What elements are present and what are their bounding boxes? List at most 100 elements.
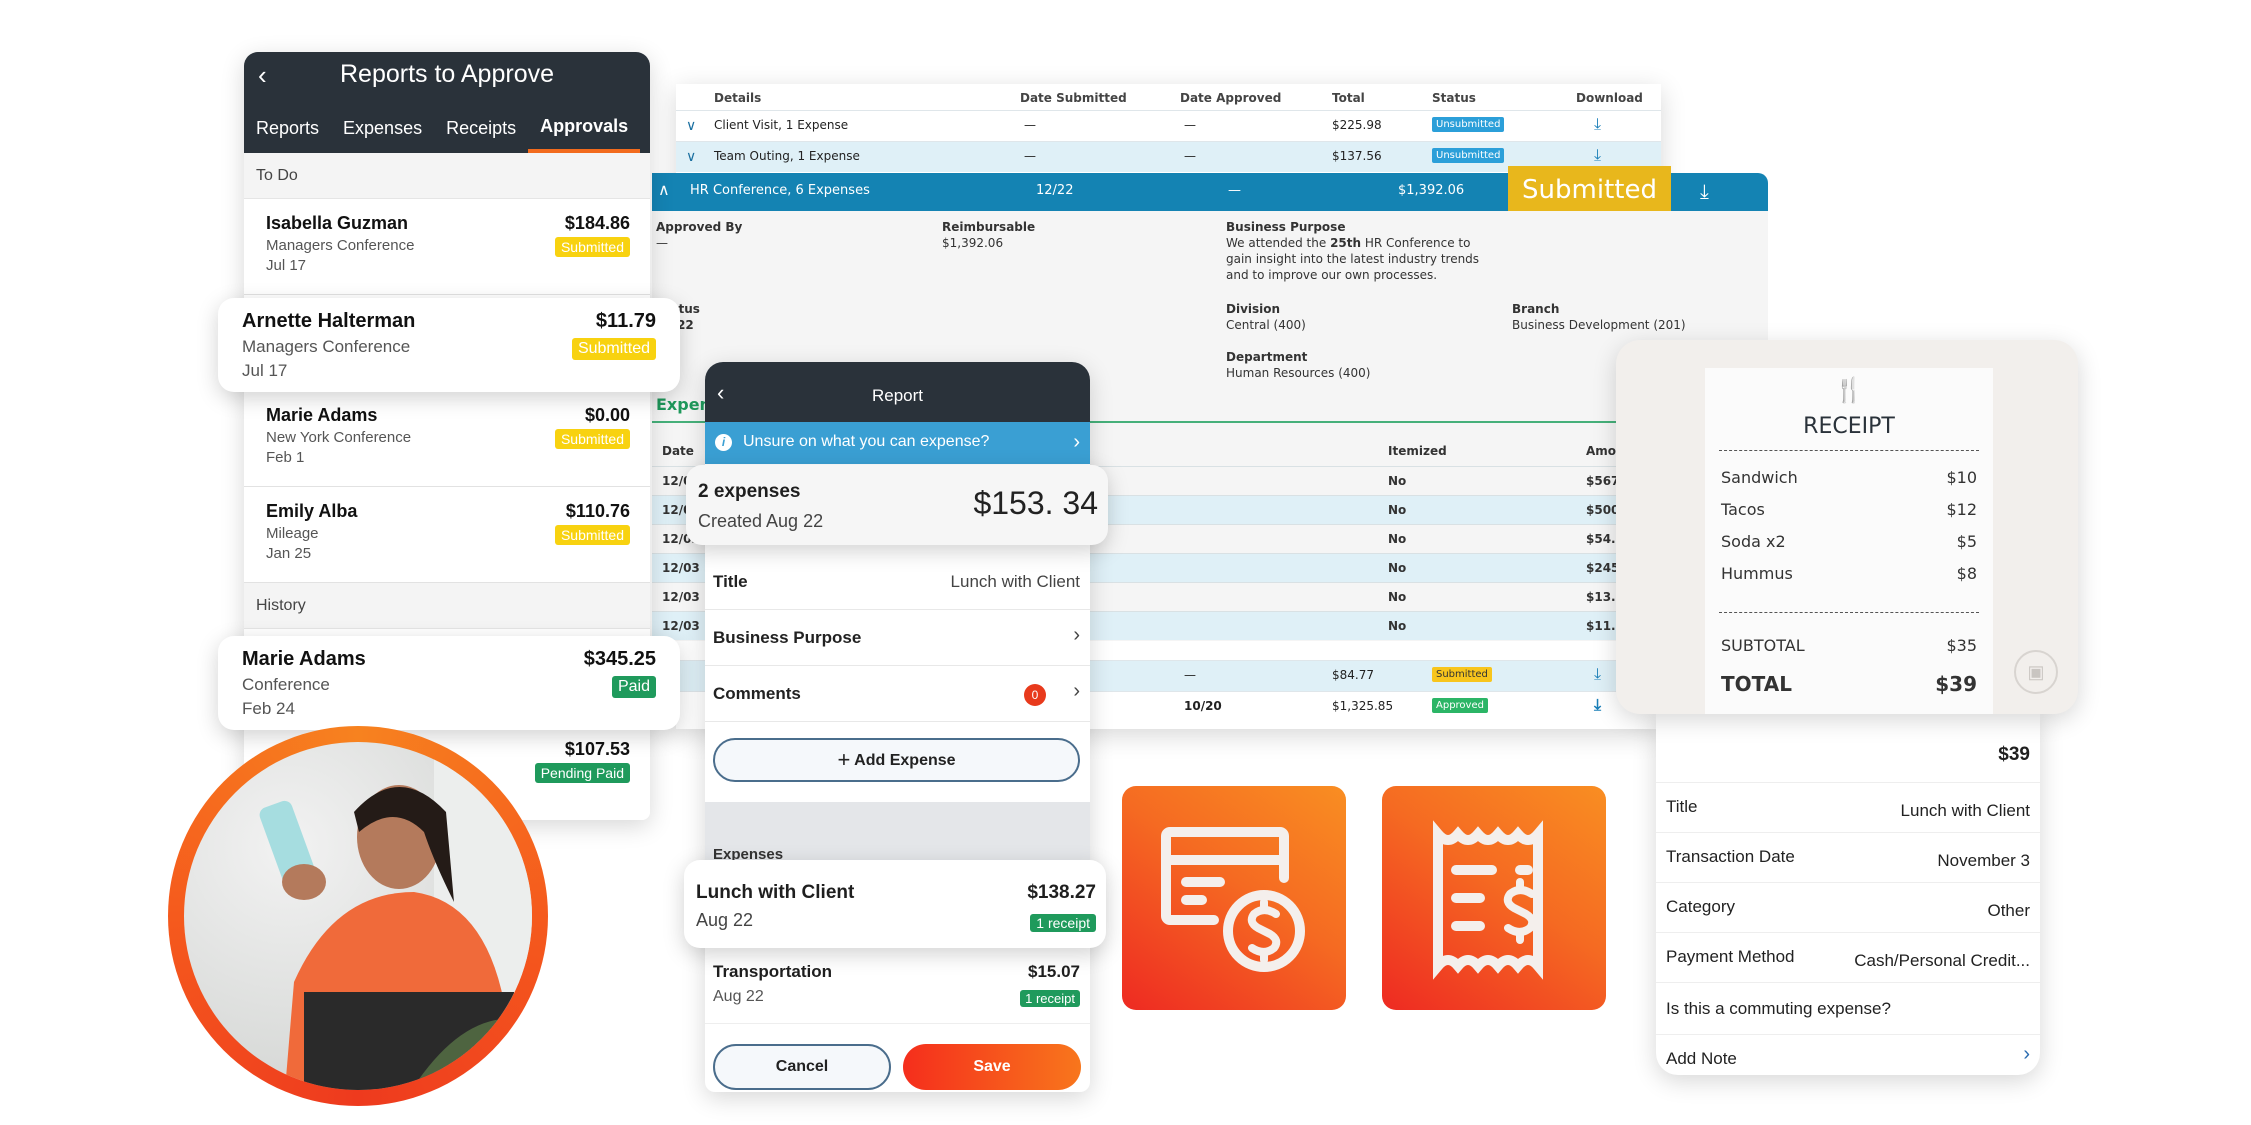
receipt-app-icon[interactable] — [1382, 786, 1606, 1010]
reimbursable-label: Reimbursable — [942, 220, 1036, 234]
submitted-status-badge: Submitted — [1508, 166, 1671, 214]
department-value: Human Resources (400) — [1226, 366, 1371, 380]
status-badge: Submitted — [554, 237, 630, 257]
item-price: $5 — [1956, 532, 1977, 551]
col-total: Total — [1332, 91, 1365, 105]
tab-expenses[interactable]: Expenses — [331, 103, 434, 153]
todo-section-label: To Do — [244, 153, 650, 199]
title-row[interactable]: Title Lunch with Client — [705, 554, 1090, 610]
table-row[interactable]: ∨ Client Visit, 1 Expense — — $225.98 Un… — [676, 110, 1661, 141]
purpose-text: We attended the 25th HR Conference to ga… — [1226, 236, 1480, 282]
download-icon[interactable]: ⤓ — [1700, 179, 1709, 203]
add-expense-button[interactable]: + Add Expense — [713, 738, 1080, 782]
status-badge: Pending Paid — [534, 763, 630, 783]
camera-icon[interactable]: ▣ — [2014, 650, 2058, 694]
division-label: Division — [1226, 302, 1281, 316]
chevron-right-icon: › — [1073, 680, 1080, 702]
col-date-submitted: Date Submitted — [1020, 91, 1127, 105]
department-label: Department — [1226, 350, 1308, 364]
approved-by-value: — — [656, 236, 668, 250]
download-icon[interactable]: ⤓ — [1594, 664, 1601, 684]
status-badge: Submitted — [554, 429, 630, 449]
field-label: Category — [1666, 897, 1735, 916]
division: Division Central (400) — [1226, 301, 1306, 333]
expense-field-row[interactable]: Category Other — [1656, 882, 2040, 932]
exp-itemized: No — [1388, 590, 1407, 604]
expense-field-row[interactable]: Title Lunch with Client — [1656, 782, 2040, 832]
commuting-row[interactable]: Is this a commuting expense? — [1656, 982, 2040, 1034]
purpose-label: Business Purpose — [713, 628, 862, 647]
row-total: $225.98 — [1332, 118, 1382, 132]
info-banner[interactable]: i Unsure on what you can expense? › — [705, 422, 1090, 464]
highlighted-expense-card[interactable]: Lunch with Client Aug 22 $138.27 1 recei… — [684, 860, 1106, 948]
tab-approvals[interactable]: Approvals — [528, 103, 641, 153]
expense-field-row[interactable]: Payment Method Cash/Personal Credit... — [1656, 932, 2040, 982]
download-icon[interactable]: ⤓ — [1594, 695, 1601, 715]
comments-label: Comments — [713, 684, 801, 703]
add-note-row[interactable]: Add Note › — [1656, 1034, 2040, 1075]
purpose-label: Business Purpose — [1226, 220, 1346, 234]
highlighted-approval-card[interactable]: Arnette Halterman Managers Conference Ju… — [218, 298, 680, 392]
item-date: Jan 25 — [266, 545, 312, 562]
list-item[interactable]: Marie Adams New York Conference Feb 1 $0… — [244, 391, 650, 487]
item-amount: $11.79 — [595, 310, 656, 332]
item-price: $10 — [1946, 468, 1977, 487]
item-date: Feb 24 — [242, 699, 295, 718]
row-details: Client Visit, 1 Expense — [714, 118, 849, 132]
approved-by: Approved By — — [656, 219, 742, 251]
subtotal-value: $35 — [1946, 636, 1977, 655]
tab-reports[interactable]: Reports — [244, 103, 331, 153]
row-submitted: — — [1024, 149, 1036, 163]
col-download: Download — [1576, 91, 1643, 105]
expense-card-app-icon[interactable] — [1122, 786, 1346, 1010]
chevron-down-icon[interactable]: ∨ — [686, 149, 696, 165]
row-approved: — — [1184, 118, 1196, 132]
exp-itemized: No — [1388, 474, 1407, 488]
save-button[interactable]: Save — [903, 1044, 1081, 1090]
item-name: Arnette Halterman — [242, 310, 416, 332]
title-label: Title — [713, 572, 748, 591]
row-details: HR Conference, 6 Expenses — [690, 183, 870, 198]
download-icon[interactable]: ⤓ — [1594, 114, 1601, 134]
status-badge: Submitted — [571, 338, 656, 360]
tab-receipts[interactable]: Receipts — [434, 103, 528, 153]
expense-amount: $15.07 — [1028, 962, 1080, 981]
row-submitted: 10/20 — [1184, 699, 1222, 713]
report-summary-card: 2 expenses Created Aug 22 $153. 34 — [686, 465, 1108, 545]
field-label: Transaction Date — [1666, 847, 1795, 866]
total-value: $39 — [1935, 672, 1977, 696]
business-purpose-row[interactable]: Business Purpose › — [705, 610, 1090, 666]
department: Department Human Resources (400) — [1226, 349, 1370, 381]
add-expense-label: Add Expense — [854, 752, 956, 769]
cancel-button[interactable]: Cancel — [713, 1044, 891, 1090]
comments-count-badge: 0 — [1024, 684, 1046, 706]
chevron-up-icon[interactable]: ∧ — [658, 180, 670, 199]
receipt-line-item: Soda x2 $5 — [1721, 532, 1977, 551]
item-name: Marie Adams — [266, 405, 378, 425]
list-item[interactable]: Isabella Guzman Managers Conference Jul … — [244, 199, 650, 295]
chevron-down-icon[interactable]: ∨ — [686, 118, 696, 134]
page-title: Reports to Approve — [339, 60, 554, 88]
list-item[interactable]: Emily Alba Mileage Jan 25 $110.76 Submit… — [244, 487, 650, 583]
receipt-dollar-icon — [1433, 820, 1543, 980]
row-total: $1,325.85 — [1332, 699, 1394, 713]
row-submitted: 12/22 — [1036, 183, 1074, 198]
comments-row[interactable]: Comments 0 › — [705, 666, 1090, 722]
exp-itemized: No — [1388, 532, 1407, 546]
receipt-title: RECEIPT — [1803, 414, 1895, 439]
download-icon[interactable]: ⤓ — [1594, 145, 1601, 165]
branch: Branch Business Development (201) — [1512, 301, 1686, 333]
business-purpose: Business Purpose We attended the 25th HR… — [1226, 219, 1496, 283]
expense-item[interactable]: Transportation Aug 22 $15.07 1 receipt — [705, 950, 1090, 1024]
expense-date: Aug 22 — [713, 988, 764, 1005]
commuting-question: Is this a commuting expense? — [1666, 999, 1891, 1018]
item-amount: $0.00 — [584, 405, 630, 425]
row-submitted: — — [1024, 118, 1036, 132]
history-section-label: History — [244, 583, 650, 629]
expense-field-row[interactable]: Transaction Date November 3 — [1656, 832, 2040, 882]
field-value: Lunch with Client — [1900, 801, 2030, 820]
branch-label: Branch — [1512, 302, 1560, 316]
approved-by-label: Approved By — [656, 220, 743, 234]
item-name: Sandwich — [1721, 468, 1798, 487]
highlighted-history-card[interactable]: Marie Adams Conference Feb 24 $345.25 Pa… — [218, 636, 680, 730]
